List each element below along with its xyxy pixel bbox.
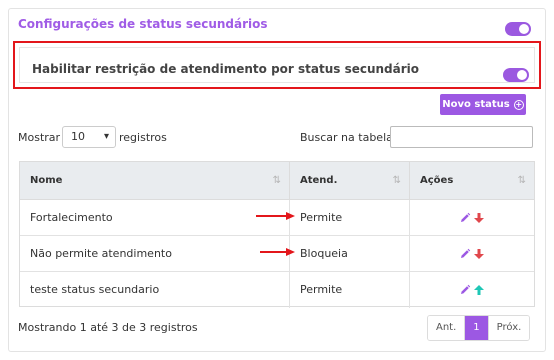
table-header: Nome ⇅ Atend. ⇅ Ações ⇅ xyxy=(20,162,534,200)
plus-circle-icon: + xyxy=(513,99,524,110)
restriction-toggle[interactable] xyxy=(503,68,529,82)
new-status-button[interactable]: Novo status + xyxy=(440,94,526,115)
sort-icon: ⇅ xyxy=(392,175,401,186)
page-length-select[interactable]: 10 ▾ xyxy=(62,126,116,148)
column-header-atend[interactable]: Atend. ⇅ xyxy=(290,162,410,200)
records-label: registros xyxy=(119,131,167,144)
arrow-up-icon[interactable] xyxy=(473,284,485,296)
annotation-arrow-icon xyxy=(256,212,295,220)
restriction-highlight-box: Habilitar restrição de atendimento por s… xyxy=(13,41,541,89)
cell-name: Não permite atendimento xyxy=(20,236,290,272)
new-status-label: Novo status xyxy=(442,99,510,110)
cell-atend: Bloqueia xyxy=(290,236,410,272)
restriction-label: Habilitar restrição de atendimento por s… xyxy=(32,62,420,76)
column-header-acoes[interactable]: Ações ⇅ xyxy=(410,162,534,200)
page-1-button[interactable]: 1 xyxy=(464,316,488,340)
secondary-status-toggle[interactable] xyxy=(505,22,531,36)
next-page-button[interactable]: Próx. xyxy=(487,316,530,340)
column-header-label: Atend. xyxy=(300,175,338,186)
search-label: Buscar na tabela: xyxy=(300,131,397,144)
annotation-arrow-icon xyxy=(260,248,295,256)
sort-icon: ⇅ xyxy=(517,175,526,186)
cell-name: Fortalecimento xyxy=(20,200,290,236)
search-input[interactable] xyxy=(390,126,533,148)
sort-icon: ⇅ xyxy=(272,175,281,186)
table-info: Mostrando 1 até 3 de 3 registros xyxy=(18,321,198,334)
pagination: Ant. 1 Próx. xyxy=(427,315,531,341)
cell-atend: Permite xyxy=(290,272,410,308)
show-label: Mostrar xyxy=(18,131,61,144)
previous-page-button[interactable]: Ant. xyxy=(428,316,465,340)
pencil-icon[interactable] xyxy=(459,212,471,224)
cell-name: teste status secundario xyxy=(20,272,290,308)
pencil-icon[interactable] xyxy=(459,284,471,296)
cell-actions xyxy=(410,236,534,272)
cell-atend: Permite xyxy=(290,200,410,236)
cell-actions xyxy=(410,200,534,236)
column-header-nome[interactable]: Nome ⇅ xyxy=(20,162,290,200)
arrow-down-icon[interactable] xyxy=(473,248,485,260)
column-header-label: Ações xyxy=(420,175,454,186)
table-row: teste status secundario Permite xyxy=(20,272,534,308)
arrow-down-icon[interactable] xyxy=(473,212,485,224)
chevron-down-icon: ▾ xyxy=(103,131,109,142)
page-length-value: 10 xyxy=(71,130,85,143)
column-header-label: Nome xyxy=(30,175,63,186)
pencil-icon[interactable] xyxy=(459,248,471,260)
section-title: Configurações de status secundários xyxy=(18,17,268,31)
status-table: Nome ⇅ Atend. ⇅ Ações ⇅ Fortalecimento P… xyxy=(19,161,535,308)
cell-actions xyxy=(410,272,534,308)
restriction-row: Habilitar restrição de atendimento por s… xyxy=(19,47,535,83)
